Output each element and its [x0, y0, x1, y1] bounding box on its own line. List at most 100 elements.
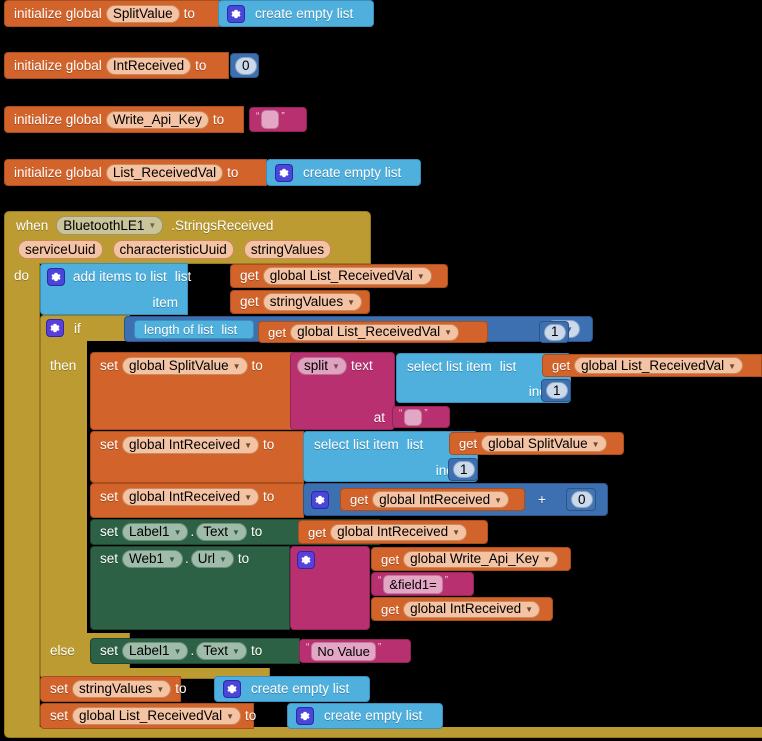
- variable-dropdown[interactable]: global Write_Api_Key ▼: [403, 550, 558, 568]
- variable-dropdown[interactable]: global SplitValue ▼: [481, 435, 607, 452]
- block-get-stringvalues[interactable]: get stringValues ▼: [230, 290, 370, 314]
- global-name-field[interactable]: IntReceived: [105, 56, 192, 75]
- variable-dropdown[interactable]: global IntReceived ▼: [122, 488, 260, 506]
- block-set-label1-text-2[interactable]: set Label1 ▼ . Text ▼ to: [90, 638, 300, 664]
- get-label: get: [381, 601, 400, 617]
- variable-dropdown[interactable]: global List_ReceivedVal ▼: [72, 707, 242, 725]
- property-dropdown[interactable]: Text ▼: [196, 642, 247, 660]
- block-number-zero[interactable]: 0: [230, 53, 259, 78]
- if-header-row: if: [46, 318, 85, 338]
- block-init-global-intreceived[interactable]: initialize global IntReceived to: [4, 52, 229, 79]
- block-get-global-intreceived-2[interactable]: get global IntReceived ▼: [298, 520, 488, 544]
- global-name-field[interactable]: Write_Api_Key: [105, 110, 209, 129]
- set-label: set: [100, 551, 119, 567]
- event-component-dropdown[interactable]: BluetoothLE1 ▼: [56, 215, 164, 235]
- variable-dropdown[interactable]: stringValues ▼: [262, 293, 362, 311]
- block-number-1-index-2[interactable]: 1: [448, 458, 478, 481]
- split-op-dropdown[interactable]: split ▼: [297, 357, 347, 375]
- block-empty-string-1[interactable]: “ ”: [249, 107, 307, 132]
- component-dropdown[interactable]: Web1 ▼: [122, 550, 183, 568]
- chevron-down-icon: ▼: [232, 528, 240, 537]
- to-label: to: [250, 643, 263, 659]
- block-get-global-intreceived-3[interactable]: get global IntReceived ▼: [371, 597, 553, 621]
- string-field[interactable]: &field1=: [383, 574, 443, 594]
- block-init-global-write-api-key[interactable]: initialize global Write_Api_Key to: [4, 106, 244, 133]
- block-set-global-intreceived-1[interactable]: set global IntReceived ▼ to: [90, 431, 304, 483]
- variable-dropdown[interactable]: global List_ReceivedVal ▼: [574, 357, 744, 374]
- event-param-serviceuuid[interactable]: serviceUuid: [18, 240, 103, 259]
- number-field[interactable]: 0: [235, 56, 257, 75]
- block-set-global-list-receivedval[interactable]: set global List_ReceivedVal ▼ to: [40, 703, 256, 729]
- block-get-global-intreceived-1[interactable]: get global IntReceived ▼: [340, 488, 525, 511]
- variable-dropdown[interactable]: global List_ReceivedVal ▼: [262, 267, 432, 285]
- mutator-gear-icon[interactable]: [296, 707, 314, 725]
- block-number-0-addend[interactable]: 0: [566, 488, 596, 511]
- variable-dropdown[interactable]: global SplitValue ▼: [122, 357, 248, 375]
- number-field[interactable]: 1: [546, 382, 568, 399]
- number-field[interactable]: 1: [453, 461, 475, 478]
- block-get-global-list-receivedval-1[interactable]: get global List_ReceivedVal ▼: [230, 264, 448, 288]
- property-dropdown[interactable]: Url ▼: [190, 550, 234, 568]
- string-field[interactable]: [261, 110, 280, 129]
- event-param-stringvalues[interactable]: stringValues: [243, 240, 332, 259]
- mutator-gear-icon[interactable]: [47, 268, 65, 286]
- block-add-items-to-list[interactable]: add items to list list item: [40, 263, 191, 315]
- block-get-global-write-api-key[interactable]: get global Write_Api_Key ▼: [371, 547, 571, 571]
- block-number-1-index-1[interactable]: 1: [541, 379, 571, 402]
- block-set-global-intreceived-2[interactable]: set global IntReceived ▼ to: [90, 483, 304, 518]
- variable-dropdown[interactable]: global IntReceived ▼: [403, 600, 541, 618]
- select-list-item-list-label: list: [406, 437, 424, 453]
- block-get-global-list-receivedval-2[interactable]: get global List_ReceivedVal ▼: [258, 321, 488, 343]
- block-length-of-list[interactable]: length of list list: [134, 320, 254, 339]
- mutator-gear-icon[interactable]: [311, 490, 329, 509]
- mutator-gear-icon[interactable]: [46, 319, 64, 337]
- global-name-field[interactable]: List_ReceivedVal: [105, 163, 224, 182]
- component-dropdown[interactable]: Label1 ▼: [122, 642, 189, 660]
- mutator-gear-icon[interactable]: [275, 163, 293, 182]
- block-get-global-list-receivedval-3[interactable]: get global List_ReceivedVal ▼: [542, 354, 762, 377]
- block-init-global-list-receivedval[interactable]: initialize global List_ReceivedVal to: [4, 159, 267, 186]
- number-field[interactable]: 1: [544, 323, 566, 341]
- block-create-empty-list-2[interactable]: create empty list: [266, 159, 421, 186]
- if-label: if: [74, 320, 81, 336]
- number-field[interactable]: 0: [571, 491, 593, 508]
- to-label: to: [263, 437, 275, 453]
- event-param-characteristicuuid[interactable]: characteristicUuid: [112, 240, 234, 259]
- component-dropdown[interactable]: Label1 ▼: [122, 523, 189, 541]
- block-set-global-splitvalue[interactable]: set global SplitValue ▼ to: [90, 352, 304, 430]
- block-number-1-condition[interactable]: 1: [539, 321, 569, 343]
- mutator-gear-icon[interactable]: [223, 680, 241, 698]
- add-items-list-label: list: [174, 269, 192, 285]
- blocks-canvas[interactable]: initialize global SplitValue to create e…: [0, 0, 762, 741]
- block-text-field1[interactable]: “ &field1= ”: [371, 572, 474, 596]
- block-get-global-splitvalue[interactable]: get global SplitValue ▼: [449, 432, 624, 455]
- block-text-no-value[interactable]: “ No Value ”: [299, 639, 411, 663]
- block-create-empty-list-3[interactable]: create empty list: [214, 676, 370, 702]
- global-name-field[interactable]: SplitValue: [105, 4, 180, 23]
- variable-dropdown[interactable]: global List_ReceivedVal ▼: [290, 323, 460, 341]
- event-name-label: .StringsReceived: [171, 217, 274, 233]
- block-create-empty-list-1[interactable]: create empty list: [218, 0, 374, 27]
- block-split[interactable]: split ▼ text at: [290, 352, 395, 430]
- string-field[interactable]: [404, 408, 423, 426]
- init-global-label: initialize global: [14, 5, 102, 21]
- block-init-global-splitvalue[interactable]: initialize global SplitValue to: [4, 0, 220, 27]
- variable-dropdown[interactable]: global IntReceived ▼: [372, 491, 510, 508]
- get-label: get: [240, 294, 259, 310]
- mutator-gear-icon[interactable]: [227, 4, 245, 23]
- block-create-empty-list-4[interactable]: create empty list: [287, 703, 443, 729]
- chevron-down-icon: ▼: [494, 495, 503, 505]
- block-set-web1-url[interactable]: set Web1 ▼ . Url ▼ to: [90, 546, 290, 630]
- variable-dropdown[interactable]: global IntReceived ▼: [330, 523, 468, 541]
- variable-dropdown[interactable]: stringValues ▼: [72, 680, 172, 698]
- block-empty-string-at[interactable]: “ ”: [392, 406, 450, 428]
- variable-dropdown[interactable]: global IntReceived ▼: [122, 436, 260, 454]
- string-field[interactable]: No Value: [311, 641, 376, 661]
- to-label: to: [250, 524, 263, 540]
- chevron-down-icon: ▼: [173, 647, 182, 656]
- select-list-item-title: select list item: [314, 437, 399, 453]
- block-join[interactable]: [290, 546, 370, 630]
- mutator-gear-icon[interactable]: [297, 551, 315, 569]
- property-dropdown[interactable]: Text ▼: [196, 523, 247, 541]
- block-set-stringvalues[interactable]: set stringValues ▼ to: [40, 676, 187, 702]
